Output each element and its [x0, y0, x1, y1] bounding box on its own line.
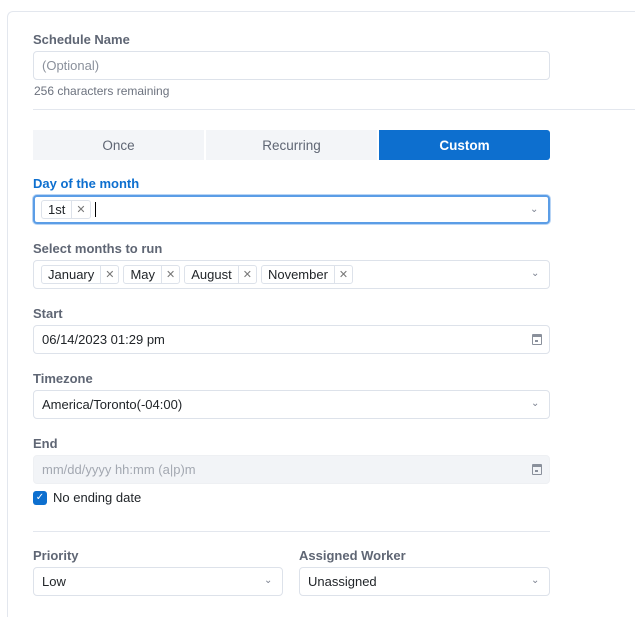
no-ending-date-label: No ending date — [53, 490, 142, 505]
chevron-down-icon[interactable]: ⌄ — [531, 575, 541, 586]
worker-value: Unassigned — [308, 574, 377, 589]
tab-custom[interactable]: Custom — [379, 130, 550, 160]
tag-label: 1st — [48, 202, 66, 217]
start-label: Start — [33, 306, 63, 321]
chevron-down-icon[interactable]: ⌄ — [530, 204, 540, 215]
schedule-type-tabs: Once Recurring Custom — [33, 130, 550, 160]
characters-remaining: 256 characters remaining — [34, 84, 170, 98]
tag-label: May — [130, 267, 156, 282]
priority-value: Low — [42, 574, 66, 589]
priority-select[interactable]: Low ⌄ — [33, 567, 283, 596]
chevron-down-icon[interactable]: ⌄ — [531, 398, 541, 409]
remove-tag-icon[interactable]: ✕ — [71, 201, 89, 218]
assigned-worker-select[interactable]: Unassigned ⌄ — [299, 567, 550, 596]
priority-label: Priority — [33, 548, 79, 563]
start-datetime-input[interactable]: 06/14/2023 01:29 pm — [33, 325, 550, 354]
months-select[interactable]: January ✕ May ✕ August ✕ November ✕ ⌄ — [33, 260, 550, 289]
schedule-name-label: Schedule Name — [33, 32, 130, 47]
chevron-down-icon[interactable]: ⌄ — [264, 575, 274, 586]
placeholder: mm/dd/yyyy hh:mm (a|p)m — [42, 462, 196, 477]
schedule-form-card — [7, 11, 635, 617]
tag-may: May ✕ — [123, 265, 181, 284]
timezone-value: America/Toronto(-04:00) — [42, 397, 183, 412]
chevron-down-icon[interactable]: ⌄ — [531, 268, 541, 279]
tag-label: January — [48, 267, 95, 282]
end-datetime-input[interactable]: mm/dd/yyyy hh:mm (a|p)m — [33, 455, 550, 484]
tag-label: August — [191, 267, 232, 282]
months-label: Select months to run — [33, 241, 163, 256]
no-ending-date-checkbox[interactable]: ✓ No ending date — [33, 490, 141, 505]
tag-november: November ✕ — [260, 265, 354, 284]
divider — [33, 109, 635, 110]
calendar-icon[interactable] — [532, 464, 542, 475]
tab-once[interactable]: Once — [33, 130, 204, 160]
placeholder: (Optional) — [42, 58, 100, 73]
remove-tag-icon[interactable]: ✕ — [237, 266, 256, 283]
remove-tag-icon[interactable]: ✕ — [333, 266, 352, 283]
checkbox-checked-icon[interactable]: ✓ — [33, 490, 47, 505]
end-label: End — [33, 436, 58, 451]
text-cursor — [94, 202, 96, 217]
remove-tag-icon[interactable]: ✕ — [100, 266, 118, 283]
tag-1st: 1st ✕ — [41, 200, 91, 219]
tag-label: November — [267, 267, 328, 282]
assigned-worker-label: Assigned Worker — [299, 548, 406, 563]
schedule-name-input[interactable]: (Optional) — [33, 51, 550, 80]
remove-tag-icon[interactable]: ✕ — [161, 266, 179, 283]
calendar-icon[interactable] — [532, 334, 542, 345]
start-value: 06/14/2023 01:29 pm — [42, 332, 165, 347]
tag-january: January ✕ — [41, 265, 120, 284]
divider — [33, 531, 550, 532]
tag-august: August ✕ — [184, 265, 257, 284]
tab-recurring[interactable]: Recurring — [206, 130, 377, 160]
day-of-month-select[interactable]: 1st ✕ ⌄ — [33, 195, 550, 224]
day-of-month-label: Day of the month — [33, 176, 140, 191]
timezone-select[interactable]: America/Toronto(-04:00) ⌄ — [33, 390, 550, 419]
timezone-label: Timezone — [33, 371, 93, 386]
